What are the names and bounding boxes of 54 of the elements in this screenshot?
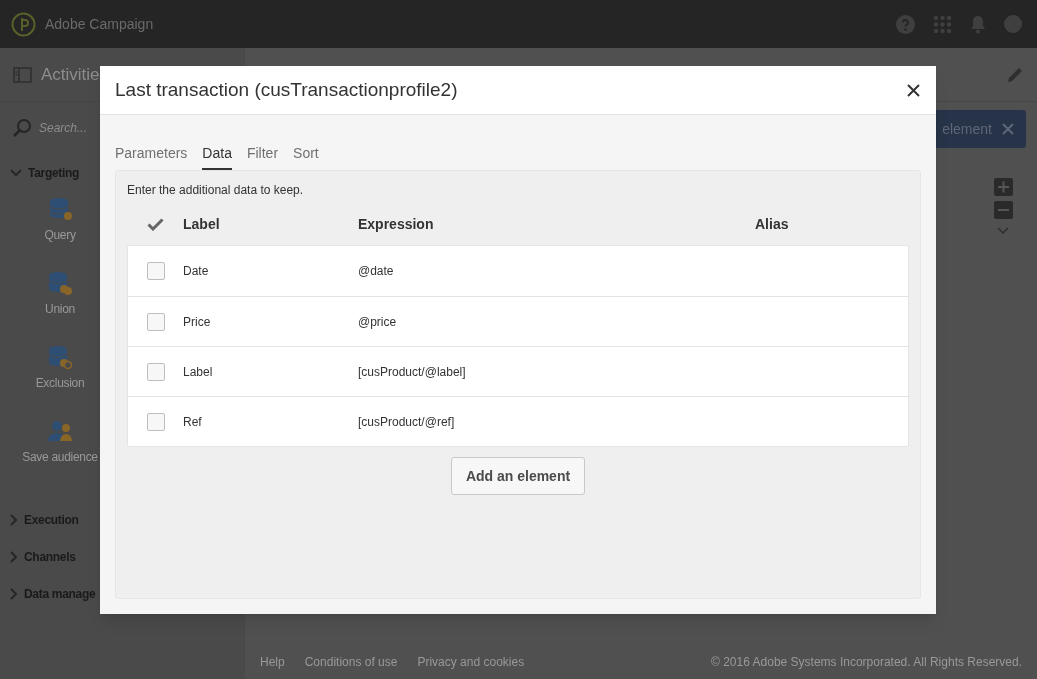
table-cell: [cusProduct/@label]: [358, 364, 466, 379]
table-cell: @date: [358, 264, 394, 278]
bell-icon[interactable]: [970, 14, 986, 34]
people-icon[interactable]: [47, 419, 73, 444]
activity-label: Save audience: [22, 449, 98, 466]
database-exclusion-icon[interactable]: [47, 345, 73, 370]
column-header: Expression: [358, 216, 434, 232]
column-header: Label: [183, 216, 220, 232]
logo-icon: [11, 11, 36, 37]
activity-label: Query: [44, 227, 76, 244]
search-icon: [12, 118, 32, 138]
footer-link[interactable]: Conditions of use: [304, 653, 398, 671]
table-cell: Label: [183, 364, 213, 379]
tab[interactable]: Sort: [293, 139, 319, 170]
close-icon[interactable]: [1002, 123, 1014, 135]
app-name: Adobe Campaign: [45, 14, 154, 34]
activity-label: Union: [45, 301, 75, 318]
chevron-down-icon[interactable]: [997, 227, 1009, 235]
search-field[interactable]: Search...: [39, 119, 219, 137]
apps-grid-icon[interactable]: [933, 14, 952, 34]
copyright-text: © 2016 Adobe Systems Incorporated. All Rights Reserved.: [711, 654, 1022, 671]
panel-title: Activitie: [41, 63, 100, 86]
tab[interactable]: Filter: [246, 139, 279, 170]
table-cell: [cusProduct/@ref]: [358, 414, 455, 429]
checkbox[interactable]: [146, 262, 165, 280]
dialog-title: Last transaction (cusTransactionprofile2): [115, 77, 458, 102]
table-cell: Price: [183, 314, 211, 329]
database-union-icon[interactable]: [47, 271, 73, 296]
check-all-icon[interactable]: [146, 218, 164, 231]
checkbox[interactable]: [146, 312, 165, 331]
chevron-down-icon[interactable]: [10, 168, 22, 177]
tab[interactable]: Parameters: [115, 139, 188, 170]
database-icon[interactable]: [47, 197, 73, 222]
help-icon[interactable]: [896, 14, 915, 34]
checkbox[interactable]: [146, 412, 165, 431]
add-element-button[interactable]: Add an element: [450, 457, 586, 495]
chevron-right-icon[interactable]: [10, 587, 18, 600]
table-cell: Date: [183, 264, 209, 278]
avatar-icon[interactable]: [1004, 15, 1022, 33]
pencil-icon[interactable]: [1006, 65, 1024, 84]
description-text: Enter the additional data to keep.: [127, 182, 304, 199]
zoom-out-icon[interactable]: [994, 201, 1013, 219]
close-button[interactable]: [907, 83, 920, 97]
chevron-right-icon[interactable]: [10, 550, 18, 563]
column-header: Alias: [755, 216, 789, 232]
chevron-right-icon[interactable]: [10, 513, 18, 526]
activity-label: Exclusion: [35, 375, 85, 392]
footer-link[interactable]: Help: [260, 653, 285, 671]
zoom-in-icon[interactable]: [994, 178, 1013, 196]
footer-link[interactable]: Privacy and cookies: [417, 653, 525, 671]
table-cell: Ref: [183, 414, 202, 429]
table-cell: @price: [358, 314, 397, 329]
panel-icon[interactable]: [13, 66, 32, 83]
checkbox[interactable]: [146, 362, 165, 381]
